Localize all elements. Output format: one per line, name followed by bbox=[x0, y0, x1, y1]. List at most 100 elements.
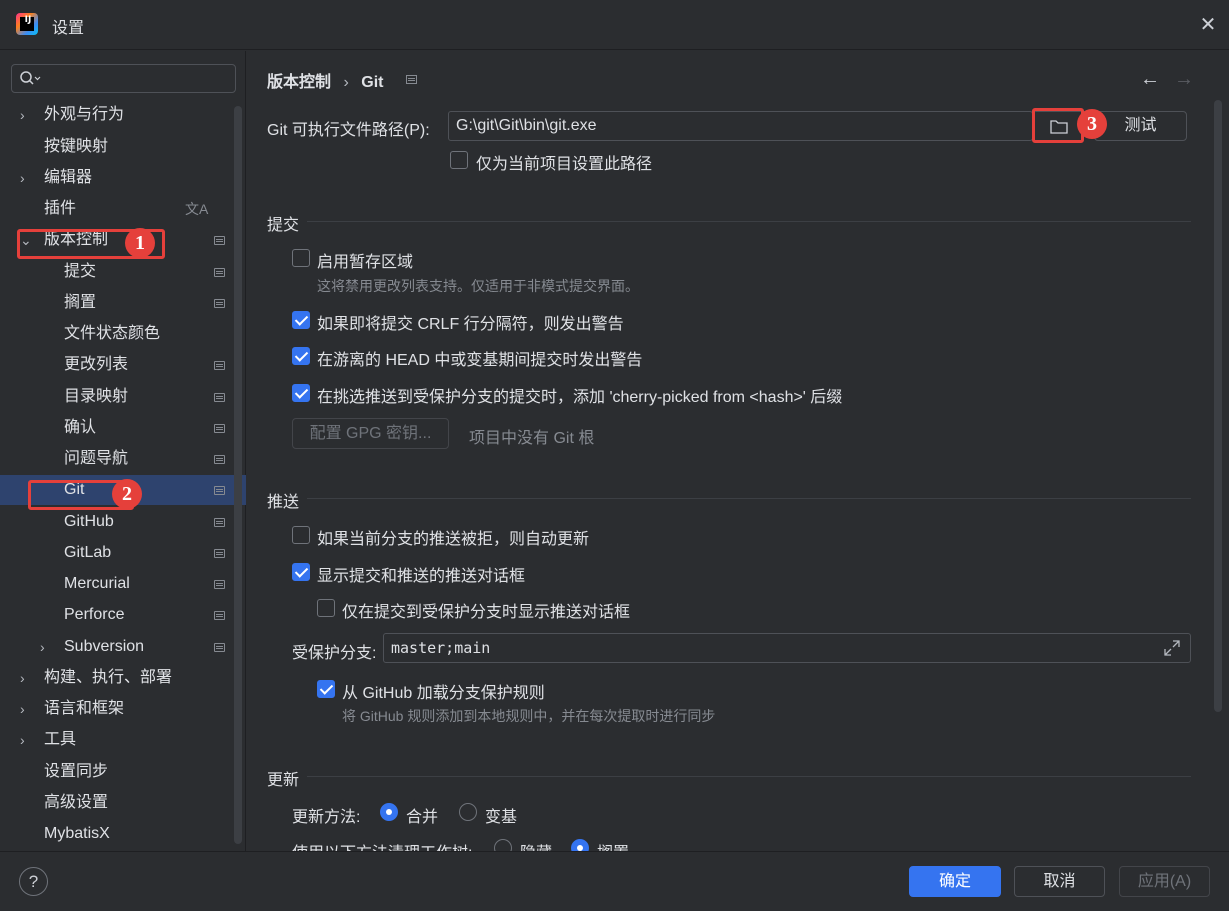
sidebar-item-keymap[interactable]: 按键映射 bbox=[0, 132, 233, 162]
sidebar-item-perforce[interactable]: Perforce bbox=[0, 600, 233, 630]
protected-only-label: 仅在提交到受保护分支时显示推送对话框 bbox=[342, 604, 631, 621]
protected-branches-input[interactable]: master;main bbox=[383, 633, 1191, 663]
sidebar-item-confirmation[interactable]: 确认 bbox=[0, 413, 233, 443]
project-scope-icon bbox=[214, 424, 225, 433]
sidebar-item-label: 按键映射 bbox=[44, 138, 109, 155]
help-icon[interactable]: ? bbox=[19, 867, 48, 896]
rebase-radio[interactable] bbox=[459, 803, 477, 821]
push-divider bbox=[307, 498, 1191, 499]
sidebar-item-label: 构建、执行、部署 bbox=[44, 669, 173, 686]
chevron-right-icon[interactable]: › bbox=[20, 694, 34, 724]
auto-update-checkbox[interactable] bbox=[292, 526, 310, 544]
annotation-number-3: 3 bbox=[1077, 109, 1107, 139]
search-icon bbox=[20, 71, 41, 85]
sidebar-item-appearance[interactable]: › 外观与行为 bbox=[0, 100, 233, 130]
project-scope-icon bbox=[214, 643, 225, 652]
sidebar-item-tools[interactable]: › 工具 bbox=[0, 725, 233, 755]
content-scrollbar[interactable] bbox=[1214, 100, 1222, 712]
project-scope-icon bbox=[214, 299, 225, 308]
expand-icon[interactable] bbox=[1163, 639, 1181, 657]
sidebar-item-directory-mappings[interactable]: 目录映射 bbox=[0, 382, 233, 412]
sidebar-item-label: Subversion bbox=[64, 638, 145, 655]
auto-update-label: 如果当前分支的推送被拒，则自动更新 bbox=[317, 531, 590, 548]
cancel-button[interactable]: 取消 bbox=[1014, 866, 1105, 897]
sidebar-item-file-status-colors[interactable]: 文件状态颜色 bbox=[0, 319, 233, 349]
sidebar-item-label: 语言和框架 bbox=[44, 700, 125, 717]
annotation-number-2: 2 bbox=[112, 479, 142, 509]
close-icon[interactable]: ✕ bbox=[1198, 15, 1218, 35]
back-arrow-icon[interactable]: ← bbox=[1140, 68, 1160, 91]
sidebar-item-changelists[interactable]: 更改列表 bbox=[0, 350, 233, 380]
staging-checkbox[interactable] bbox=[292, 249, 310, 267]
sidebar-item-gitlab[interactable]: GitLab bbox=[0, 538, 233, 568]
sidebar-item-languages-frameworks[interactable]: › 语言和框架 bbox=[0, 694, 233, 724]
sidebar-item-label: MybatisX bbox=[44, 825, 110, 842]
sidebar-item-commit[interactable]: 提交 bbox=[0, 257, 233, 287]
sidebar-item-subversion[interactable]: › Subversion bbox=[0, 632, 233, 662]
forward-arrow-icon[interactable]: → bbox=[1174, 68, 1194, 91]
protected-branches-label: 受保护分支: bbox=[292, 645, 377, 662]
merge-radio[interactable] bbox=[380, 803, 398, 821]
breadcrumb-parent[interactable]: 版本控制 bbox=[267, 74, 331, 91]
merge-label: 合并 bbox=[406, 809, 439, 826]
sidebar-item-issue-navigation[interactable]: 问题导航 bbox=[0, 444, 233, 474]
sidebar-item-shelf[interactable]: 搁置 bbox=[0, 288, 233, 318]
crlf-checkbox[interactable] bbox=[292, 311, 310, 329]
project-scope-icon bbox=[214, 486, 225, 495]
project-scope-icon bbox=[406, 75, 417, 84]
annotation-number-1: 1 bbox=[125, 228, 155, 258]
git-path-input[interactable]: G:\git\Git\bin\git.exe bbox=[448, 111, 1033, 141]
sidebar-item-github[interactable]: GitHub bbox=[0, 507, 233, 537]
show-push-dialog-checkbox[interactable] bbox=[292, 563, 310, 581]
sidebar-scrollbar[interactable] bbox=[234, 106, 242, 844]
github-rules-label: 从 GitHub 加载分支保护规则 bbox=[342, 685, 545, 702]
sidebar-item-label: GitHub bbox=[64, 513, 114, 530]
commit-section-title: 提交 bbox=[267, 217, 300, 234]
detached-head-checkbox[interactable] bbox=[292, 347, 310, 365]
window-title: 设置 bbox=[52, 20, 85, 37]
github-rules-checkbox[interactable] bbox=[317, 680, 335, 698]
sidebar-item-mercurial[interactable]: Mercurial bbox=[0, 569, 233, 599]
sidebar-item-label: 文件状态颜色 bbox=[64, 325, 161, 342]
ok-button[interactable]: 确定 bbox=[909, 866, 1001, 897]
search-input[interactable] bbox=[11, 64, 236, 93]
chevron-right-icon[interactable]: › bbox=[20, 100, 34, 130]
detached-head-label: 在游离的 HEAD 中或变基期间提交时发出警告 bbox=[317, 352, 643, 369]
project-scope-icon bbox=[214, 611, 225, 620]
project-scope-icon bbox=[214, 393, 225, 402]
apply-button[interactable]: 应用(A) bbox=[1119, 866, 1210, 897]
chevron-right-icon[interactable]: › bbox=[20, 163, 34, 193]
sidebar-item-plugins[interactable]: 插件 文A bbox=[0, 194, 233, 224]
sidebar-item-label: GitLab bbox=[64, 544, 112, 561]
title-bar bbox=[0, 0, 1229, 50]
translate-icon: 文A bbox=[185, 201, 209, 217]
project-scope-icon bbox=[214, 455, 225, 464]
sidebar-item-label: 更改列表 bbox=[64, 356, 129, 373]
chevron-right-icon[interactable]: › bbox=[40, 632, 54, 662]
breadcrumb-current: Git bbox=[361, 74, 384, 91]
project-scope-icon bbox=[214, 361, 225, 370]
update-section-title: 更新 bbox=[267, 772, 300, 789]
chevron-right-icon[interactable]: › bbox=[20, 725, 34, 755]
sidebar-item-label: Mercurial bbox=[64, 575, 130, 592]
protected-only-checkbox[interactable] bbox=[317, 599, 335, 617]
git-path-label: Git 可执行文件路径(P): bbox=[267, 122, 430, 139]
sidebar-item-editor[interactable]: › 编辑器 bbox=[0, 163, 233, 193]
breadcrumb: 版本控制 › Git bbox=[267, 68, 391, 92]
breadcrumb-separator: › bbox=[343, 74, 349, 91]
sidebar-item-settings-sync[interactable]: 设置同步 bbox=[0, 757, 233, 787]
sidebar-item-mybatisx[interactable]: MybatisX bbox=[0, 819, 233, 849]
cherry-pick-label: 在挑选推送到受保护分支的提交时，添加 'cherry-picked from <… bbox=[317, 389, 843, 406]
sidebar-item-build-execution-deployment[interactable]: › 构建、执行、部署 bbox=[0, 663, 233, 693]
github-rules-hint: 将 GitHub 规则添加到本地规则中，并在每次提取时进行同步 bbox=[342, 708, 716, 724]
sidebar-item-label: 高级设置 bbox=[44, 794, 109, 811]
cherry-pick-checkbox[interactable] bbox=[292, 384, 310, 402]
chevron-right-icon[interactable]: › bbox=[20, 663, 34, 693]
sidebar-item-advanced-settings[interactable]: 高级设置 bbox=[0, 788, 233, 818]
project-only-checkbox[interactable] bbox=[450, 151, 468, 169]
crlf-label: 如果即将提交 CRLF 行分隔符，则发出警告 bbox=[317, 316, 624, 333]
test-button[interactable]: 测试 bbox=[1094, 111, 1187, 141]
sidebar-item-label: 提交 bbox=[64, 263, 97, 280]
gpg-hint: 项目中没有 Git 根 bbox=[469, 430, 595, 447]
gpg-key-button[interactable]: 配置 GPG 密钥... bbox=[292, 418, 449, 449]
